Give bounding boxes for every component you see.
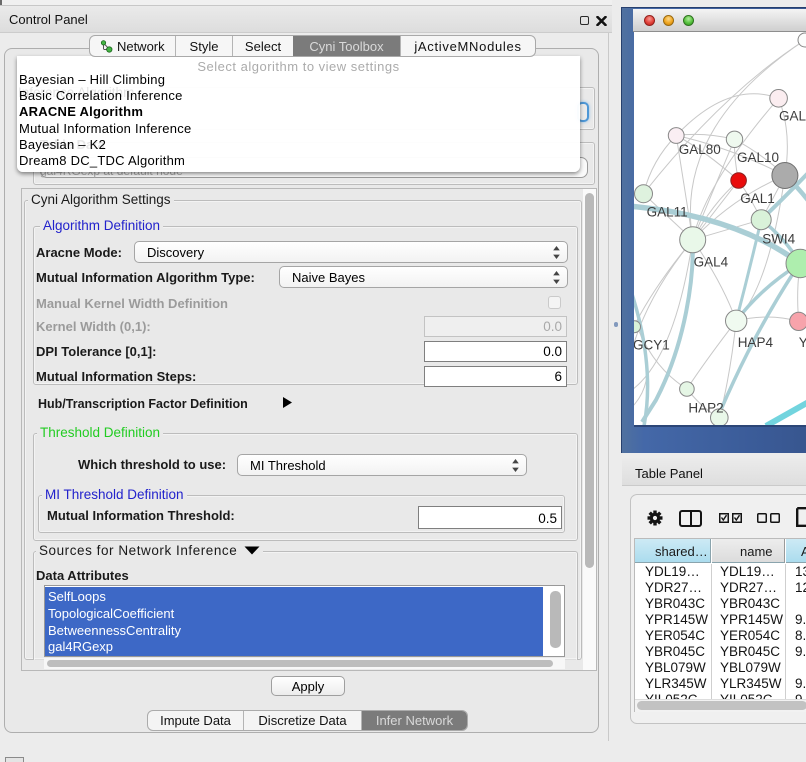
svg-text:GAL7: GAL7: [779, 109, 806, 124]
svg-text:GCY1: GCY1: [634, 338, 670, 353]
svg-text:GAL1: GAL1: [740, 191, 775, 206]
svg-text:YJL219W: YJL219W: [799, 335, 806, 350]
svg-text:HAP2: HAP2: [688, 401, 723, 416]
svg-text:GAL4: GAL4: [694, 255, 729, 270]
svg-text:GAL11: GAL11: [647, 205, 688, 220]
svg-text:HAP4: HAP4: [738, 335, 774, 350]
svg-text:GAL10: GAL10: [737, 150, 779, 165]
svg-text:SWI4: SWI4: [762, 232, 795, 247]
svg-text:GAL80: GAL80: [679, 142, 721, 157]
